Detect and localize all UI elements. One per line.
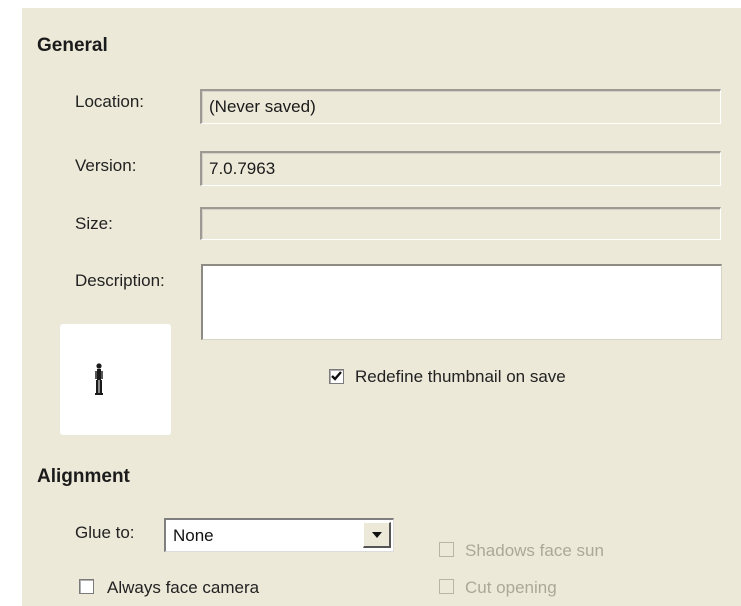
description-label: Description: bbox=[75, 271, 165, 290]
always-face-camera-checkbox[interactable] bbox=[79, 579, 94, 594]
glue-to-dropdown-button[interactable] bbox=[363, 522, 391, 548]
glue-to-select[interactable]: None bbox=[164, 518, 394, 552]
cut-opening-checkbox[interactable] bbox=[439, 579, 454, 594]
glue-to-label: Glue to: bbox=[75, 523, 135, 542]
glue-to-value: None bbox=[173, 526, 214, 545]
cut-opening-label: Cut opening bbox=[465, 578, 557, 597]
component-thumbnail[interactable] bbox=[60, 324, 171, 435]
description-textarea[interactable] bbox=[201, 264, 722, 340]
version-field: 7.0.7963 bbox=[200, 151, 721, 186]
location-field: (Never saved) bbox=[200, 89, 721, 124]
size-label: Size: bbox=[75, 214, 113, 233]
shadows-face-sun-label: Shadows face sun bbox=[465, 541, 604, 560]
redefine-thumbnail-checkbox[interactable] bbox=[329, 369, 344, 384]
checkmark-icon bbox=[331, 371, 342, 381]
location-label: Location: bbox=[75, 92, 144, 111]
alignment-section-title: Alignment bbox=[37, 466, 130, 487]
general-section-title: General bbox=[37, 35, 108, 56]
person-figure-icon bbox=[95, 363, 103, 395]
always-face-camera-label: Always face camera bbox=[107, 578, 260, 597]
redefine-thumbnail-label: Redefine thumbnail on save bbox=[355, 367, 566, 386]
chevron-down-icon bbox=[372, 532, 382, 538]
version-label: Version: bbox=[75, 156, 137, 175]
size-field bbox=[200, 207, 721, 240]
shadows-face-sun-checkbox[interactable] bbox=[439, 542, 454, 557]
